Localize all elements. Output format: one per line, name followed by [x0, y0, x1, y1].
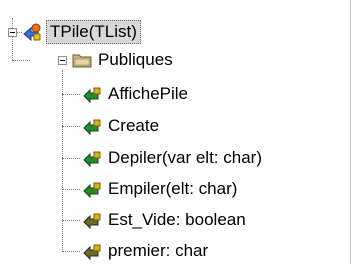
folder-icon [72, 51, 92, 69]
tree-node-label: TPile(TList) [46, 20, 141, 44]
tree-connector-folder [12, 60, 30, 61]
tree-connector-root [12, 18, 13, 60]
tree-item-label: Create [108, 116, 160, 135]
tree-connector-item [62, 189, 80, 190]
tree-item[interactable]: premier: char [82, 239, 210, 263]
tree-connector-item [62, 251, 80, 252]
class-icon [22, 23, 42, 42]
panel-edge [350, 0, 351, 264]
class-tree-view[interactable]: TPile(TList) Publiques AffichePile Creat… [0, 0, 361, 264]
tree-node-root[interactable]: TPile(TList) [22, 20, 141, 44]
tree-connector-item [62, 126, 80, 127]
tree-connector-item [62, 220, 80, 221]
function-icon [82, 242, 102, 261]
tree-item[interactable]: Depiler(var elt: char) [82, 146, 264, 170]
tree-item-label: AffichePile [108, 84, 189, 103]
tree-node-folder[interactable]: Publiques [72, 48, 175, 72]
tree-item[interactable]: Empiler(elt: char) [82, 177, 239, 201]
collapse-toggle-root[interactable] [8, 28, 17, 37]
tree-item-label: Est_Vide: boolean [108, 210, 246, 229]
tree-item[interactable]: Est_Vide: boolean [82, 208, 248, 232]
method-icon [82, 85, 102, 104]
tree-connector-items [62, 70, 63, 252]
function-icon [82, 211, 102, 230]
tree-node-label: Publiques [98, 50, 173, 69]
collapse-toggle-folder[interactable] [58, 56, 67, 65]
tree-item-label: premier: char [108, 241, 209, 260]
tree-item-label: Empiler(elt: char) [108, 179, 238, 198]
tree-connector-item [62, 94, 80, 95]
tree-item-label: Depiler(var elt: char) [108, 148, 262, 167]
tree-connector-item [62, 158, 80, 159]
tree-item[interactable]: AffichePile [82, 82, 190, 106]
method-icon [82, 180, 102, 199]
method-icon [82, 117, 102, 136]
method-icon [82, 149, 102, 168]
tree-item[interactable]: Create [82, 114, 161, 138]
